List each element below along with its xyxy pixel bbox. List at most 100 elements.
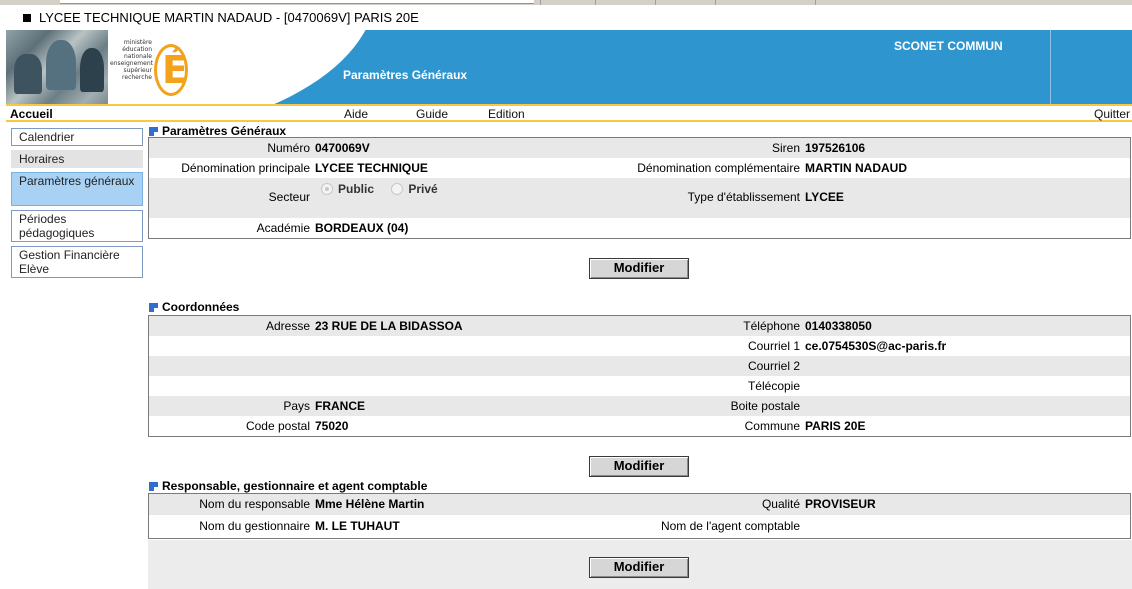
button-band: Modifier: [148, 453, 1132, 481]
menu-home-link[interactable]: Accueil: [10, 107, 53, 121]
denomination-principale-value: LYCEE TECHNIQUE: [315, 161, 428, 175]
boite-postale-label: Boite postale: [730, 399, 800, 413]
qualite-label: Qualité: [761, 497, 800, 511]
telephone-value: 0140338050: [805, 319, 872, 333]
ministry-logo-text: ministère éducation nationale enseigneme…: [110, 39, 153, 81]
table-row: Nom du gestionnaire M. LE TUHAUT Nom de …: [149, 515, 1130, 538]
adresse-value: 23 RUE DE LA BIDASSOA: [315, 319, 463, 333]
logo-line: éducation: [122, 46, 152, 53]
table-row: Courriel 1 ce.0754530S@ac-paris.fr: [149, 336, 1130, 356]
section-title-coordonnees: Coordonnées: [149, 300, 239, 314]
telecopie-label: Télécopie: [747, 379, 800, 393]
button-band: Modifier: [148, 554, 1132, 582]
section-title-general: Paramètres Généraux: [149, 124, 286, 138]
app-banner: ministère éducation nationale enseigneme…: [6, 30, 1132, 105]
responsable-box: Nom du responsable Mme Hélène Martin Qua…: [148, 493, 1131, 539]
academie-value: BORDEAUX (04): [315, 221, 409, 235]
logo-line: ministère: [123, 39, 152, 46]
banner-divider: [1050, 30, 1051, 105]
app-name: SCONET COMMUN: [894, 39, 1003, 53]
code-postal-value: 75020: [315, 419, 349, 433]
photo-figure: [46, 40, 76, 90]
siren-value: 197526106: [805, 141, 866, 155]
commune-value: PARIS 20E: [805, 419, 866, 433]
logo-line: enseignement: [110, 60, 153, 67]
sidebar-item-gestion-financiere[interactable]: Gestion Financière Elève: [11, 246, 143, 278]
window-title: LYCEE TECHNIQUE MARTIN NADAUD - [0470069…: [39, 10, 419, 25]
siren-label: Siren: [771, 141, 800, 155]
denomination-principale-label: Dénomination principale: [181, 161, 310, 175]
table-row: Adresse 23 RUE DE LA BIDASSOA Téléphone …: [149, 316, 1130, 336]
commune-label: Commune: [744, 419, 800, 433]
secteur-radio-group: Public Privé: [321, 182, 452, 196]
secteur-label: Secteur: [268, 190, 310, 204]
button-band: Modifier: [148, 255, 1132, 283]
telephone-label: Téléphone: [743, 319, 800, 333]
table-row: Nom du responsable Mme Hélène Martin Qua…: [149, 494, 1130, 515]
gestionnaire-label: Nom du gestionnaire: [199, 519, 310, 533]
section-title-responsable: Responsable, gestionnaire et agent compt…: [149, 479, 427, 493]
sidebar-item-calendrier[interactable]: Calendrier: [11, 128, 143, 146]
menu-bar: Accueil Aide Guide Edition Quitter: [6, 104, 1132, 122]
responsable-value: Mme Hélène Martin: [315, 497, 425, 511]
photo-figure: [80, 48, 104, 92]
table-row: Numéro 0470069V Siren 197526106: [149, 138, 1130, 158]
menu-guide-link[interactable]: Guide: [416, 107, 448, 121]
gestionnaire-value: M. LE TUHAUT: [315, 519, 400, 533]
modify-general-button[interactable]: Modifier: [589, 258, 689, 279]
table-row: Pays FRANCE Boite postale: [149, 396, 1130, 416]
section-title-text: Responsable, gestionnaire et agent compt…: [162, 479, 428, 493]
denomination-complementaire-value: MARTIN NADAUD: [805, 161, 907, 175]
courriel2-label: Courriel 2: [747, 359, 800, 373]
secteur-public-radio[interactable]: [321, 183, 333, 195]
logo-line: nationale: [123, 53, 152, 60]
section-marker-icon: [149, 303, 158, 312]
table-row: Courriel 2: [149, 356, 1130, 376]
sidebar: Calendrier Horaires Paramètres généraux …: [11, 128, 143, 282]
photo-figure: [14, 54, 42, 94]
qualite-value: PROVISEUR: [805, 497, 876, 511]
modify-coordonnees-button[interactable]: Modifier: [589, 456, 689, 477]
section-marker-icon: [149, 127, 158, 136]
section-marker-icon: [149, 482, 158, 491]
type-etablissement-label: Type d'établissement: [687, 190, 800, 204]
ministry-logo-letter: É: [162, 48, 188, 92]
window-icon: [23, 14, 31, 22]
numero-value: 0470069V: [315, 141, 370, 155]
sidebar-item-periodes-pedagogiques[interactable]: Périodes pédagogiques: [11, 210, 143, 242]
type-etablissement-value: LYCEE: [805, 190, 844, 204]
pays-value: FRANCE: [315, 399, 365, 413]
code-postal-label: Code postal: [245, 419, 310, 433]
secteur-prive-radio[interactable]: [391, 183, 404, 195]
menu-quit-link[interactable]: Quitter: [1094, 107, 1130, 121]
responsable-label: Nom du responsable: [199, 497, 310, 511]
courriel1-label: Courriel 1: [747, 339, 800, 353]
logo-line: recherche: [122, 74, 152, 81]
table-row: Dénomination principale LYCEE TECHNIQUE …: [149, 158, 1130, 178]
general-info-box: Numéro 0470069V Siren 197526106 Dénomina…: [148, 137, 1131, 239]
table-row: Télécopie: [149, 376, 1130, 396]
secteur-public-label: Public: [338, 182, 375, 196]
logo-line: supérieur: [123, 67, 152, 74]
sidebar-item-horaires[interactable]: Horaires: [11, 150, 143, 168]
table-row: Code postal 75020 Commune PARIS 20E: [149, 416, 1130, 436]
table-row: Académie BORDEAUX (04): [149, 218, 1130, 238]
numero-label: Numéro: [267, 141, 310, 155]
pays-label: Pays: [283, 399, 310, 413]
sidebar-item-parametres-generaux[interactable]: Paramètres généraux: [11, 172, 143, 206]
menu-help-link[interactable]: Aide: [344, 107, 368, 121]
coordonnees-box: Adresse 23 RUE DE LA BIDASSOA Téléphone …: [148, 315, 1131, 437]
menu-edition-link[interactable]: Edition: [488, 107, 525, 121]
modify-responsable-button[interactable]: Modifier: [589, 557, 689, 578]
adresse-label: Adresse: [265, 319, 310, 333]
agent-comptable-label: Nom de l'agent comptable: [660, 519, 800, 533]
section-title-text: Coordonnées: [162, 300, 240, 314]
address-field-edge: [60, 0, 534, 4]
page-heading: Paramètres Généraux: [343, 68, 468, 82]
window-title-bar: LYCEE TECHNIQUE MARTIN NADAUD - [0470069…: [0, 5, 1132, 30]
secteur-prive-label: Privé: [408, 182, 438, 196]
denomination-complementaire-label: Dénomination complémentaire: [637, 161, 800, 175]
academie-label: Académie: [256, 221, 310, 235]
table-row: Secteur Public Privé Type d'établissemen…: [149, 178, 1130, 218]
courriel1-value: ce.0754530S@ac-paris.fr: [805, 339, 947, 353]
